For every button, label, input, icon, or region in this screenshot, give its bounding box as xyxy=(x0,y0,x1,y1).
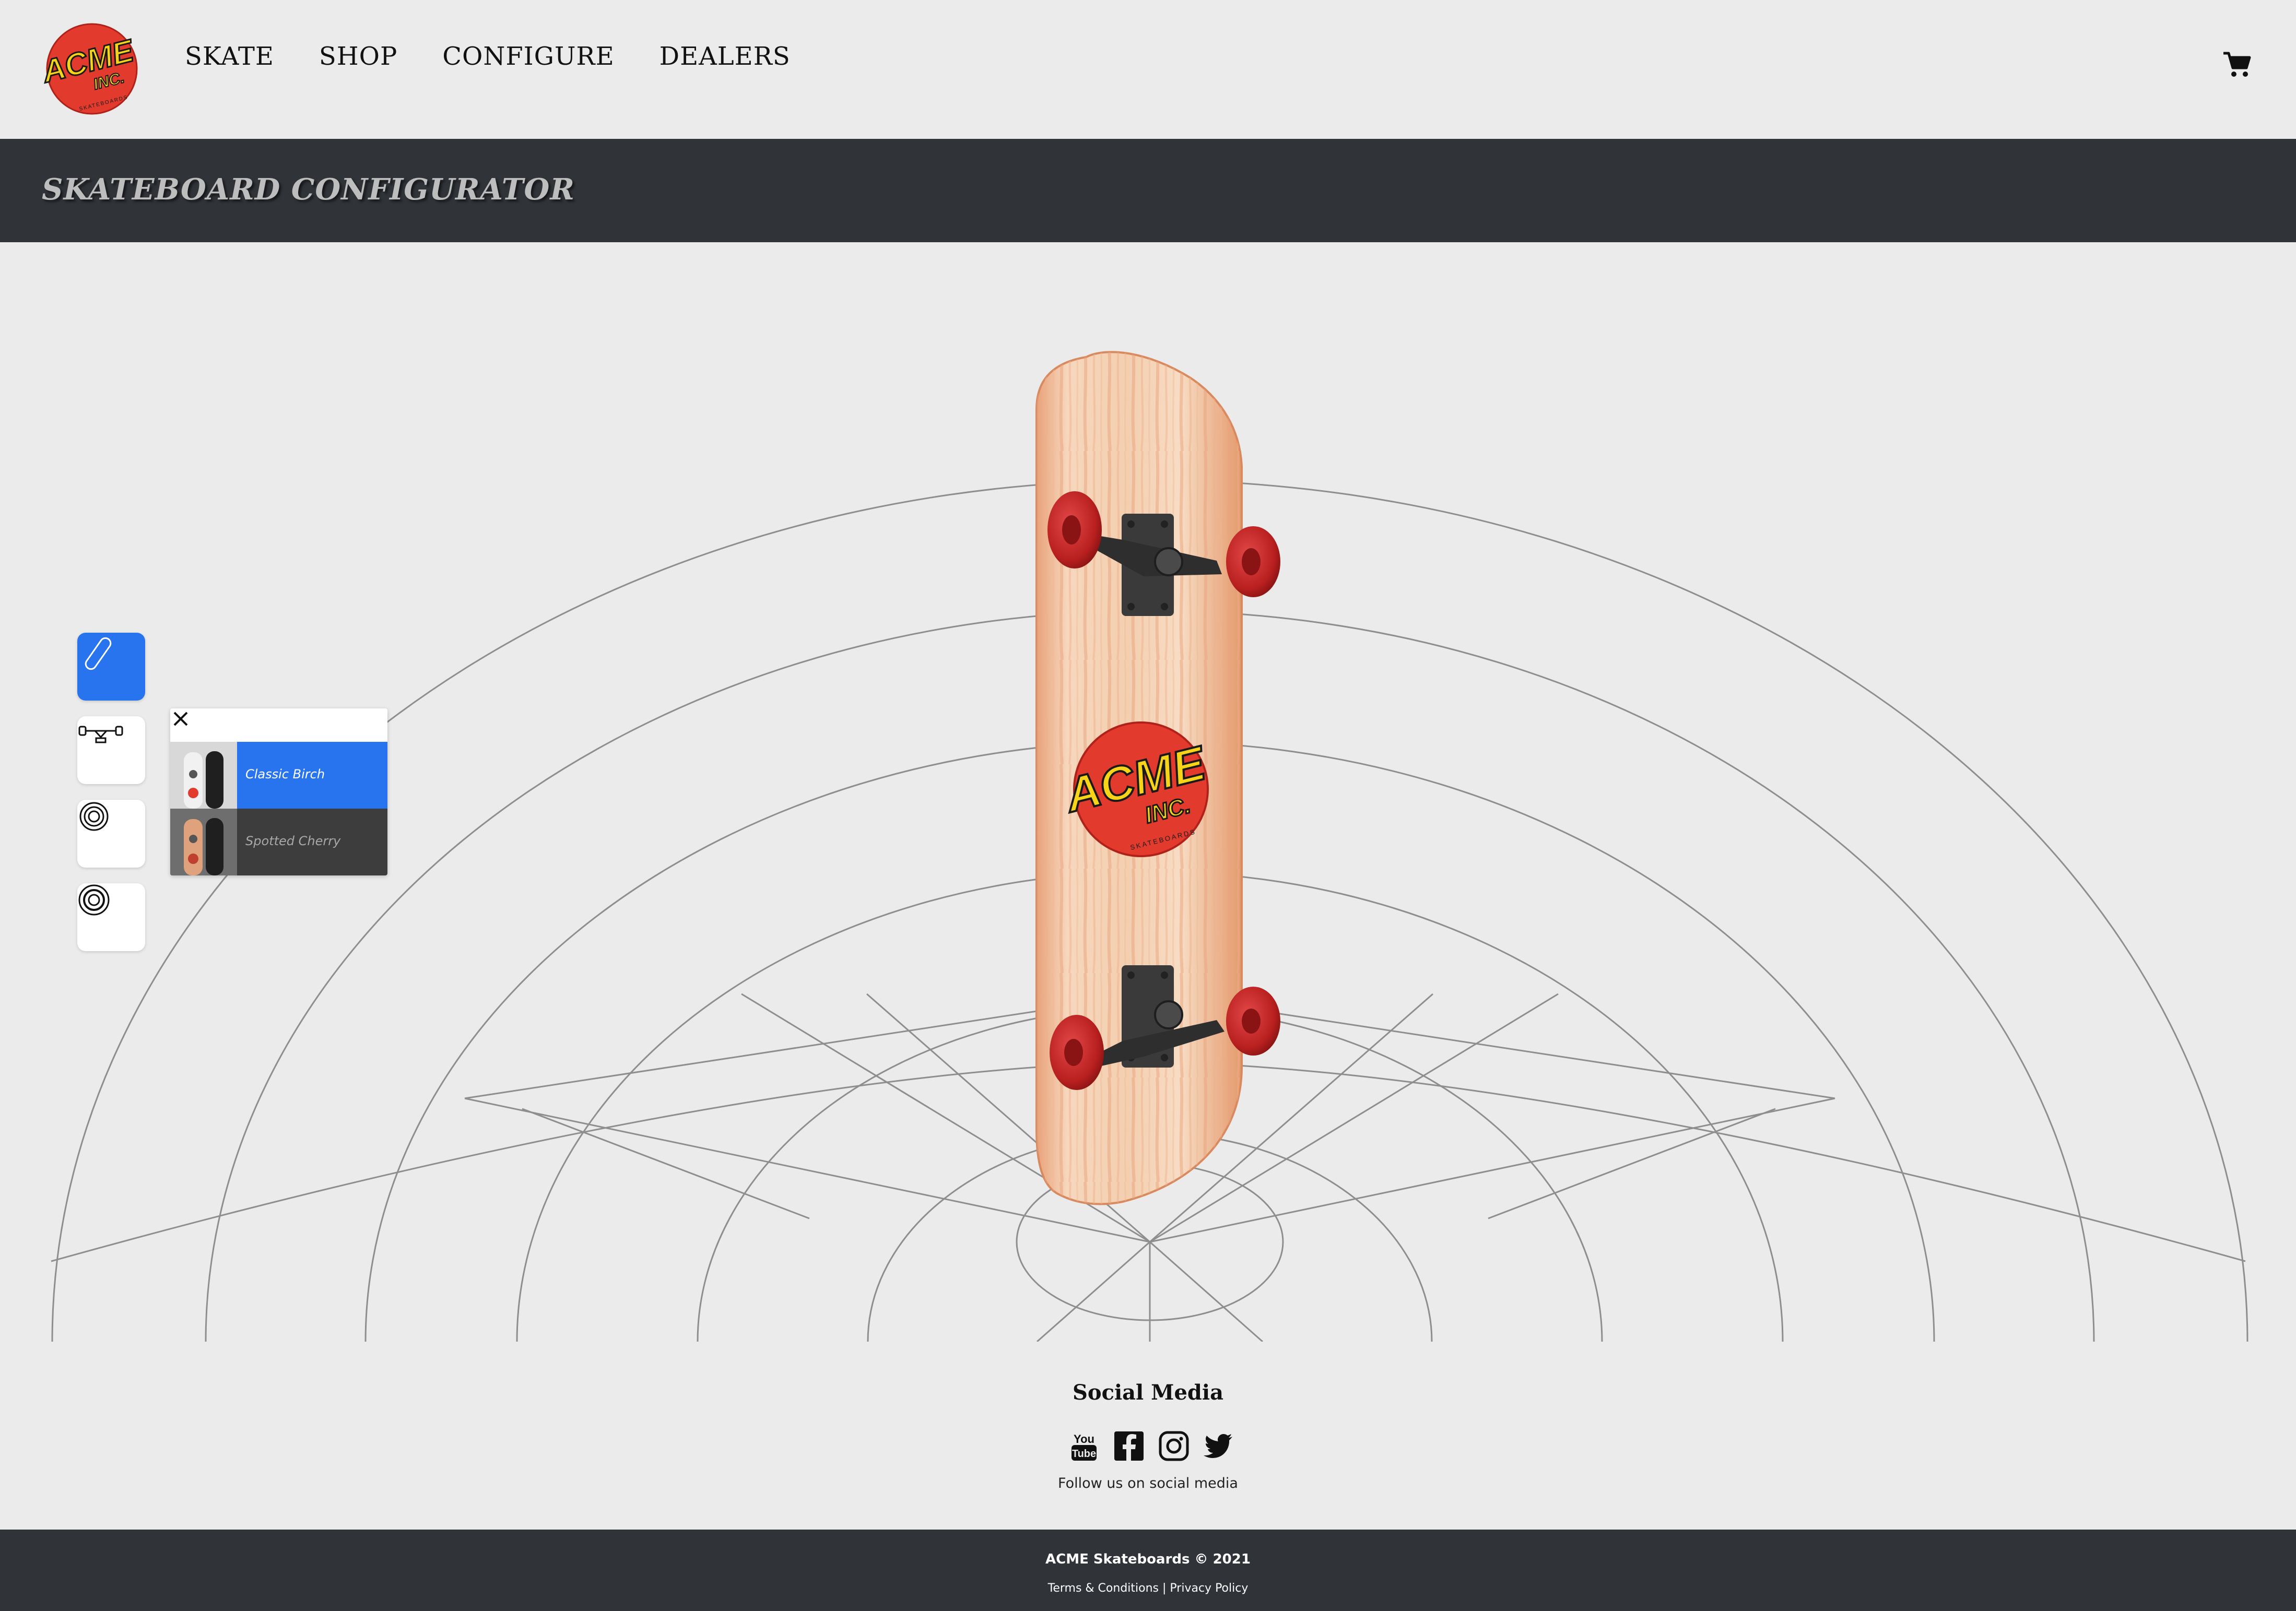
nav-skate[interactable]: SKATE xyxy=(185,42,274,71)
youtube-bottom-text: Tube xyxy=(1072,1448,1096,1460)
classic-birch-thumbnail xyxy=(170,742,237,809)
twitter-icon[interactable] xyxy=(1203,1430,1234,1462)
truck-icon xyxy=(78,726,123,743)
shopping-cart-icon[interactable] xyxy=(2222,51,2252,78)
privacy-link[interactable]: Privacy Policy xyxy=(1170,1582,1248,1595)
top-navigation: ACME INC. SKATEBOARDS SKATE SHOP CONFIGU… xyxy=(0,0,2296,139)
copyright: ACME Skateboards © 2021 xyxy=(1045,1551,1251,1567)
wheel-tool-button[interactable] xyxy=(77,800,145,868)
truck-tool-button[interactable] xyxy=(77,716,145,784)
wheel-icon xyxy=(79,802,109,831)
bearing-tool-button[interactable] xyxy=(77,883,145,951)
deck-tool-button[interactable] xyxy=(77,633,145,701)
bearing-icon xyxy=(78,884,110,916)
title-bar: SKATEBOARD CONFIGURATOR xyxy=(0,139,2296,242)
option-label: Spotted Cherry xyxy=(245,834,341,848)
footer-separator: | xyxy=(1162,1582,1167,1595)
acme-logo[interactable]: ACME INC. SKATEBOARDS xyxy=(41,21,143,117)
social-subtitle: Follow us on social media xyxy=(1058,1475,1238,1491)
social-title: Social Media xyxy=(1073,1380,1223,1405)
option-classic-birch[interactable]: Classic Birch xyxy=(170,742,387,809)
nav-shop[interactable]: SHOP xyxy=(319,42,397,71)
skateboard-model[interactable]: ACME INC. SKATEBOARDS xyxy=(1035,351,1280,1205)
option-spotted-cherry[interactable]: Spotted Cherry xyxy=(170,809,387,875)
footer: ACME Skateboards © 2021 Terms & Conditio… xyxy=(0,1530,2296,1611)
main-nav: SKATE SHOP CONFIGURE DEALERS xyxy=(185,42,791,71)
configurator-viewer[interactable]: ACME INC. SKATEBOARDS Classic Birch Spot… xyxy=(0,242,2296,1342)
deck-icon xyxy=(85,637,112,670)
close-icon[interactable] xyxy=(170,708,191,729)
terms-link[interactable]: Terms & Conditions xyxy=(1048,1582,1159,1595)
nav-configure[interactable]: CONFIGURE xyxy=(442,42,614,71)
nav-dealers[interactable]: DEALERS xyxy=(660,42,791,71)
social-icons: You Tube xyxy=(1068,1430,1233,1462)
youtube-top-text: You xyxy=(1074,1432,1094,1446)
facebook-icon[interactable] xyxy=(1113,1430,1145,1462)
footer-links: Terms & Conditions | Privacy Policy xyxy=(0,1582,2296,1595)
page-title: SKATEBOARD CONFIGURATOR xyxy=(42,172,575,207)
option-label: Classic Birch xyxy=(245,767,325,781)
deck-option-picker: Classic Birch Spotted Cherry xyxy=(170,708,387,875)
spotted-cherry-thumbnail xyxy=(170,809,237,875)
instagram-icon[interactable] xyxy=(1158,1430,1190,1462)
youtube-icon[interactable]: You Tube xyxy=(1068,1430,1100,1462)
